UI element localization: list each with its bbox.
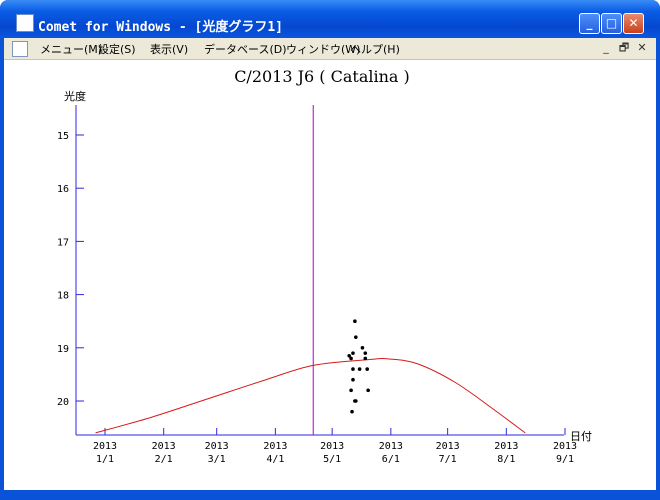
x-tick-year: 2013 [205,441,229,452]
observation-point [350,409,354,414]
observation-point [366,388,370,393]
x-tick-date: 7/1 [439,454,457,465]
menu-database[interactable]: データベース(D) [204,41,287,57]
y-tick-label: 16 [57,184,69,195]
y-tick-label: 15 [57,131,69,142]
x-ticks: 2013 1/1 2013 2/1 2013 3/1 2013 4/1 2013 5/1 2013 6… [93,428,577,465]
comet-app-icon[interactable] [16,14,34,32]
x-tick-year: 2013 [93,441,117,452]
x-tick-date: 8/1 [497,454,515,465]
x-tick-date: 1/1 [96,454,114,465]
x-tick-date: 9/1 [556,454,574,465]
y-tick-label: 19 [57,344,69,355]
observation-point [357,367,362,371]
x-tick-year: 2013 [263,441,287,452]
x-tick-date: 4/1 [266,454,284,465]
x-tick-year: 2013 [436,441,460,452]
close-button[interactable]: ✕ [623,13,644,34]
menu-bar: メニュー(M) 設定(S) 表示(V) データベース(D) ウィンドウ(W) ヘ… [4,38,656,60]
y-tick-label: 20 [57,397,69,408]
menu-help[interactable]: ヘルプ(H) [350,41,400,57]
predicted-light-curve [95,358,526,434]
observation-point [353,319,357,324]
x-tick-year: 2013 [152,441,176,452]
x-tick-date: 2/1 [155,454,173,465]
app-window: Comet for Windows - [光度グラフ1] _ □ ✕ メニュー(… [0,0,660,500]
menu-menu[interactable]: メニュー(M) [40,41,102,57]
menu-view[interactable]: 表示(V) [150,41,188,57]
observation-point [363,351,368,355]
observation-point [351,351,355,355]
light-curve-chart: C/2013 J6 ( Catalina ) 光度 日付 15161718192… [57,67,592,465]
observation-point [363,356,368,361]
axes [75,105,564,436]
title-bar[interactable]: Comet for Windows - [光度グラフ1] _ □ ✕ [0,0,660,38]
observation-point [351,367,355,371]
y-ticks: 15 16 17 18 19 20 [57,131,84,408]
x-tick-year: 2013 [494,441,518,452]
mdi-minimize-button[interactable]: _ [598,40,614,56]
y-tick-label: 17 [57,237,69,248]
window-title: Comet for Windows - [光度グラフ1] [38,20,284,35]
x-tick-year: 2013 [553,441,577,452]
chart-area: C/2013 J6 ( Catalina ) 光度 日付 15 16 17 18 19 2… [4,60,656,490]
minimize-button[interactable]: _ [579,13,600,34]
x-tick-year: 2013 [320,441,344,452]
observation-point [353,399,357,403]
mdi-restore-button[interactable]: 🗗 [616,40,632,56]
observation-point [349,388,353,393]
x-tick-date: 3/1 [208,454,226,465]
y-tick-label: 18 [57,291,69,302]
observation-point [354,335,358,339]
chart-title: C/2013 J6 ( Catalina ) [234,67,410,86]
menu-settings[interactable]: 設定(S) [98,41,136,57]
window-frame-bottom [0,490,660,500]
observation-point [351,377,355,382]
maximize-button[interactable]: □ [601,13,622,34]
observation-point [349,356,353,361]
y-axis-label: 光度 [64,89,86,103]
mdi-close-button[interactable]: ✕ [634,40,650,56]
observation-points [347,319,370,414]
x-tick-date: 5/1 [323,454,341,465]
observation-point [360,346,365,350]
predicted-curve [95,358,526,434]
document-icon[interactable] [12,41,28,57]
x-tick-year: 2013 [379,441,403,452]
observation-point [365,367,369,371]
x-tick-date: 6/1 [382,454,400,465]
